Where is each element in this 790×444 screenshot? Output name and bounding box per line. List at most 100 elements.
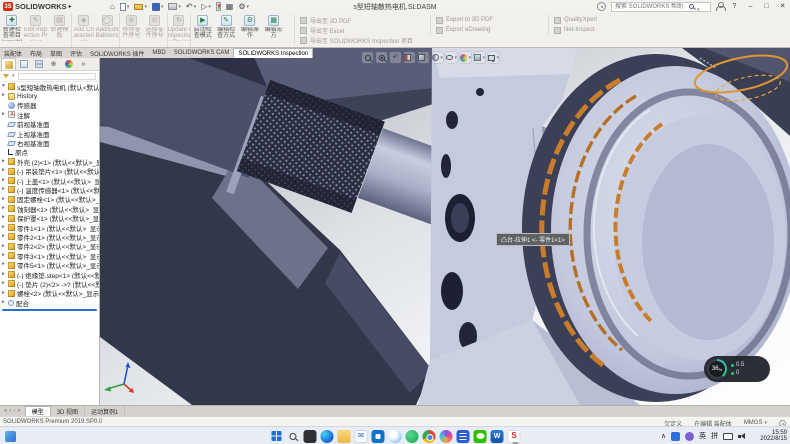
tree-item[interactable]: 零件2<1> (默认<<默认>_显示状态 [0,232,99,241]
tray-app-purple-icon[interactable] [685,432,694,441]
tree-item[interactable]: 保护罩<1> (默认<<默认>_显示状 [0,213,99,222]
zoom-area-icon[interactable] [376,52,387,63]
zoom-fit-icon[interactable] [362,52,373,63]
document-tab[interactable]: 运动算例1 [85,406,125,416]
ribbon-tab[interactable]: 装配体 [0,48,26,58]
widgets-icon[interactable] [5,431,16,442]
taskbar-clock[interactable]: 15:59 2022/8/15 [760,430,787,444]
scroll-next-icon[interactable]: › [13,408,15,414]
undo-icon[interactable]: ↶ [186,3,196,11]
open-icon[interactable] [134,4,147,10]
solidworks-taskbar-icon[interactable]: S [508,430,521,443]
tree-item[interactable]: 注解 [0,110,99,119]
panel-overflow-icon[interactable]: » [76,58,91,70]
propertymanager-tab-icon[interactable] [16,58,31,70]
tree-item[interactable]: (-) 温度传感器<1> (默认<<默认>_ [0,185,99,194]
store-icon[interactable] [372,430,385,443]
rebuild-icon[interactable] [216,2,221,11]
end-bell-dome[interactable] [522,54,790,402]
restore-button[interactable]: □ [761,1,772,12]
ribbon-tab[interactable]: SOLIDWORKS CAM [170,48,234,58]
display-style-icon[interactable] [432,52,443,63]
3d-viewport[interactable]: ↶ 凸台-拉伸1 <- 零件1<1> 36% 0.50 [100,48,790,405]
tree-item[interactable]: 右视基准面 [0,138,99,147]
ribbon-tab[interactable]: 布局 [26,48,46,58]
dimxpert-tab-icon[interactable]: ⊕ [46,58,61,70]
tree-item[interactable]: 传感器 [0,101,99,110]
tree-item[interactable]: 上视基准面 [0,129,99,138]
tree-item[interactable]: History [0,91,99,100]
wechat-icon[interactable] [474,430,487,443]
save-icon[interactable] [152,3,164,11]
scroll-last-icon[interactable]: » [17,408,20,414]
document-tab[interactable]: 模型 [25,406,51,416]
previous-view-icon[interactable]: ↶ [390,52,401,63]
chrome-icon[interactable] [423,430,436,443]
tree-item[interactable]: 螺栓<2> (默认<<默认>_显示状态 [0,289,99,298]
login-icon[interactable] [716,2,724,11]
appearance-icon[interactable] [460,52,471,63]
document-tab[interactable]: 3D 视图 [51,406,85,416]
edit-operations-button[interactable]: ⚙ 编辑操作 [238,13,262,47]
tree-item[interactable]: 外壳 (2)<1> (默认<<默认>_显示状 [0,157,99,166]
browser-icon[interactable] [440,430,453,443]
new-inspection-project-button[interactable]: ✚ 新建检查项目 (amp;N) [0,13,24,47]
tree-item[interactable]: 蚀刻器<1> (默认<<默认>_显示状 [0,204,99,213]
ribbon-tab[interactable]: MBD [148,48,169,58]
section-view-icon[interactable] [404,52,415,63]
help-button[interactable]: ? [729,1,740,12]
tree-item[interactable]: 原点 [0,148,99,157]
display-settings-icon[interactable]: ▦ [226,3,234,11]
scene-icon[interactable] [474,52,485,63]
configurations-tab-icon[interactable] [31,58,46,70]
model-render[interactable] [100,48,790,405]
mail-icon[interactable]: ✉ [355,430,368,443]
tray-display-icon[interactable] [723,433,733,440]
edit-macro-button[interactable]: ▦ 编辑宏方 [262,13,286,47]
green-app-icon[interactable] [406,430,419,443]
start-button[interactable] [270,430,283,443]
tree-item[interactable]: 固定螺栓<1> (默认<<默认>_显示 [0,195,99,204]
search-icon[interactable] [689,4,694,9]
notes-app-icon[interactable] [457,430,470,443]
tree-item[interactable]: (-) 吊装垫片<1> (默认<<默认>_显 [0,167,99,176]
tree-item[interactable]: 零件5<1> (默认<<默认>_显示状态 [0,260,99,269]
weather-icon[interactable] [389,430,402,443]
help-search-input[interactable] [615,3,687,11]
featuremanager-tab-icon[interactable] [1,58,16,70]
tray-volume-icon[interactable] [738,432,746,440]
task-view-icon[interactable] [304,430,317,443]
tray-app-blue-icon[interactable] [671,432,680,441]
word-icon[interactable]: W [491,430,504,443]
new-document-icon[interactable] [120,3,130,11]
scroll-first-icon[interactable]: « [4,408,7,414]
search-button[interactable] [287,430,300,443]
tree-item[interactable]: 配合 [0,298,99,307]
file-explorer-icon[interactable] [338,430,351,443]
ribbon-tab[interactable]: SOLIDWORKS 插件 [86,48,148,58]
tree-root-item[interactable]: s型短轴散热电机 (默认<默认_显示状态-1> [0,82,99,91]
home-icon[interactable]: ⌂ [110,3,115,11]
filter-input[interactable] [18,73,96,80]
edge-icon[interactable] [321,430,334,443]
filter-icon[interactable] [3,74,9,78]
view-orientation-icon[interactable] [418,52,429,63]
print-icon[interactable] [168,3,181,10]
tree-item[interactable]: (-) 垫片 (2)<2> ->? (默认<<默认 [0,279,99,288]
ribbon-tab[interactable]: SOLIDWORKS Inspection [233,48,313,58]
edit-inspection-methods-button[interactable]: ✎ 编辑检查方式 [214,13,238,47]
tree-item[interactable]: 零件1<1> (默认<<默认>_显示状态 [0,223,99,232]
select-icon[interactable]: ▷ [201,3,211,11]
menu-expand-icon[interactable]: ▸ [69,3,72,10]
view-settings-icon[interactable] [488,52,499,63]
ribbon-tab[interactable]: 草图 [46,48,66,58]
tree-item[interactable]: 零件3<1> (默认<<默认>_显示状态 [0,251,99,260]
close-button[interactable]: ✕ [777,1,788,12]
tree-item[interactable]: (-) 上盖<1> (默认<<默认>_显示状 [0,176,99,185]
tree-item[interactable]: 零件2<2> (默认<<默认>_显示状态 [0,242,99,251]
tray-chevron-icon[interactable]: ∧ [661,432,666,440]
rollback-bar[interactable] [2,309,97,311]
tree-item[interactable]: (-) 绝缘垫.step<1> (默认<<默认> [0,270,99,279]
ribbon-tab[interactable]: 评估 [66,48,86,58]
appearances-tab-icon[interactable] [61,58,76,70]
